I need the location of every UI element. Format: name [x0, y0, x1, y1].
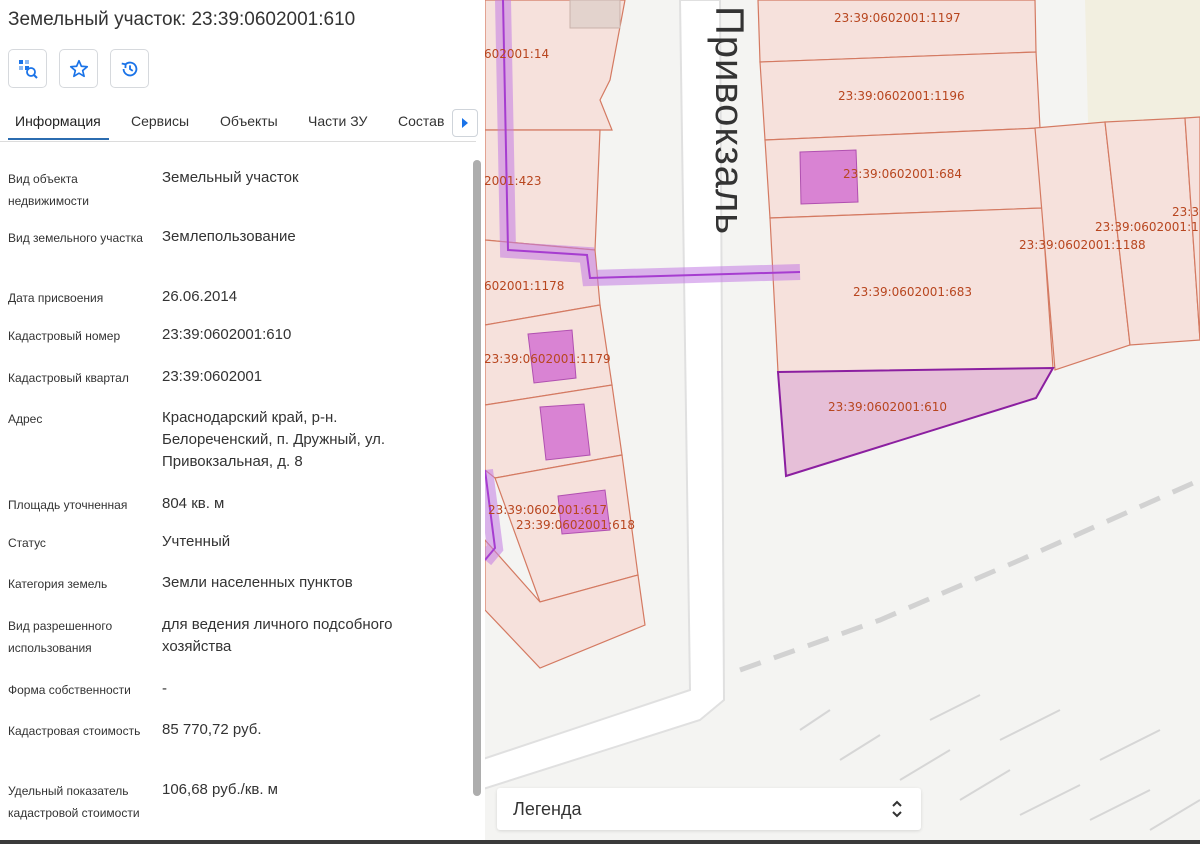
row-label-permitted-use: Вид разрешенного использования: [8, 619, 113, 655]
label-618: 23:39:0602001:618: [516, 518, 635, 532]
bottom-edge-bar: [0, 840, 1200, 844]
label-right-2: 23:3: [1172, 205, 1199, 219]
label-1179: 23:39:0602001:1179: [484, 352, 611, 366]
row-label-object-type: Вид объекта недвижимости: [8, 172, 89, 208]
building-mid: [539, 403, 591, 461]
building-top-left: [569, 0, 621, 29]
tab-composition[interactable]: Состав: [398, 113, 444, 129]
row-value-specific-value: 106,68 руб./кв. м: [162, 781, 278, 798]
row-value-object-type: Земельный участок: [162, 169, 299, 186]
label-1188: 23:39:0602001:1188: [1019, 238, 1146, 252]
legend-label: Легенда: [513, 799, 582, 819]
active-tab-indicator: [8, 138, 109, 140]
object-info-panel: Земельный участок: 23:39:0602001:610 Инф…: [0, 0, 485, 840]
row-label-land-category: Категория земель: [8, 577, 108, 591]
label-617: 23:39:0602001:617: [488, 503, 607, 517]
tab-parts[interactable]: Части ЗУ: [308, 113, 367, 129]
label-684: 23:39:0602001:684: [843, 167, 962, 181]
label-683: 23:39:0602001:683: [853, 285, 972, 299]
row-value-cadastral-value: 85 770,72 руб.: [162, 721, 262, 738]
panel-title: Земельный участок: 23:39:0602001:610: [8, 9, 356, 30]
label-14: 602001:14: [484, 47, 549, 61]
row-label-status: Статус: [8, 536, 46, 550]
tab-services[interactable]: Сервисы: [131, 113, 189, 129]
tab-objects[interactable]: Объекты: [220, 113, 278, 129]
row-label-cadastral-block: Кадастровый квартал: [8, 371, 129, 385]
zoom-to-object-button[interactable]: [8, 49, 47, 88]
label-423: 2001:423: [484, 174, 542, 188]
row-value-cadastral-block: 23:39:0602001: [162, 368, 263, 385]
history-icon: [121, 61, 137, 76]
label-1197: 23:39:0602001:1197: [834, 11, 961, 25]
history-button[interactable]: [110, 49, 149, 88]
row-label-parcel-type: Вид земельного участка: [8, 231, 143, 245]
expand-collapse-icon: [892, 800, 902, 818]
row-label-ownership: Форма собственности: [8, 683, 131, 697]
row-label-cadastral-value: Кадастровая стоимость: [8, 724, 141, 738]
legend-toggle[interactable]: Легенда: [497, 788, 921, 830]
row-label-area: Площадь уточненная: [8, 498, 128, 512]
star-icon: [69, 59, 88, 77]
row-value-parcel-type: Землепользование: [162, 228, 296, 245]
row-value-status: Учтенный: [162, 533, 231, 550]
row-value-address: Краснодарский край, р-н. Белореченский, …: [162, 409, 386, 470]
favorite-button[interactable]: [59, 49, 98, 88]
label-1196: 23:39:0602001:1196: [838, 89, 965, 103]
tabs-next-button[interactable]: [452, 109, 478, 137]
row-value-permitted-use: для ведения личного подсобного хозяйства: [162, 616, 393, 655]
row-value-assign-date: 26.06.2014: [162, 288, 238, 305]
row-value-land-category: Земли населенных пунктов: [162, 574, 353, 591]
row-label-specific-value: Удельный показатель кадастровой стоимост…: [8, 784, 140, 820]
chevron-right-icon: [462, 118, 468, 128]
street-label: Привокзаль: [707, 6, 751, 235]
row-label-address: Адрес: [8, 412, 43, 426]
row-value-ownership: -: [162, 680, 167, 697]
label-610: 23:39:0602001:610: [828, 400, 947, 414]
zoom-to-object-icon: [18, 59, 38, 79]
row-label-cadastral-number: Кадастровый номер: [8, 329, 121, 343]
parcel-1197[interactable]: [757, 0, 1037, 63]
tab-info[interactable]: Информация: [15, 113, 101, 129]
row-value-area: 804 кв. м: [162, 495, 225, 512]
tab-bar: Информация Сервисы Объекты Части ЗУ Сост…: [0, 102, 476, 142]
row-label-assign-date: Дата присвоения: [8, 291, 104, 305]
label-right-1: 23:39:0602001:1: [1095, 220, 1199, 234]
label-1178: 602001:1178: [484, 279, 564, 293]
row-value-cadastral-number: 23:39:0602001:610: [162, 326, 292, 343]
panel-scrollbar-thumb[interactable]: [473, 160, 481, 796]
